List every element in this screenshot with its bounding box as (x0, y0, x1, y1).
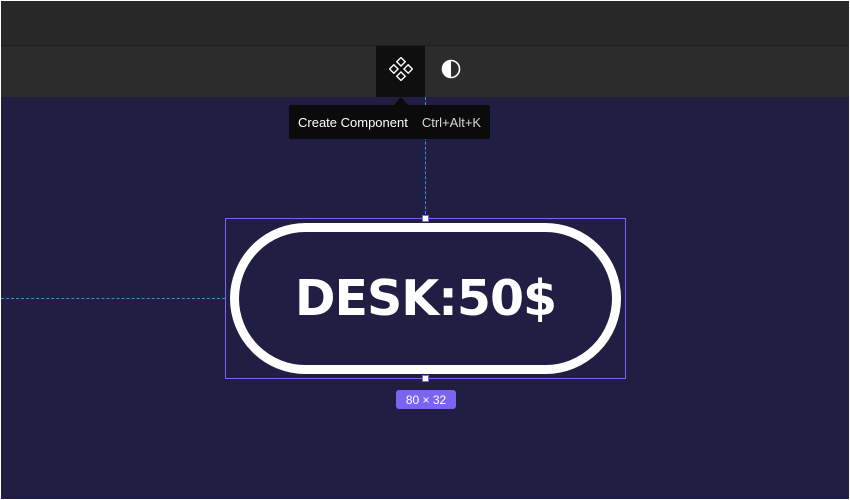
tooltip: Create Component Ctrl+Alt+K (289, 105, 491, 139)
pill-text: DESK:50$ (294, 270, 557, 327)
top-bar (1, 1, 849, 45)
size-badge: 80 × 32 (396, 390, 456, 409)
resize-handle-top[interactable] (422, 215, 429, 222)
toolbar (1, 45, 849, 97)
create-component-button[interactable] (376, 46, 425, 97)
resize-handle-bottom[interactable] (422, 375, 429, 382)
editor-window: Create Component Ctrl+Alt+K DESK:50$ 80 … (1, 1, 849, 499)
component-icon (388, 56, 413, 86)
contrast-button[interactable] (426, 46, 475, 97)
tooltip-arrow (394, 97, 408, 105)
horizontal-guide-line (1, 298, 225, 299)
tooltip-shortcut: Ctrl+Alt+K (421, 114, 482, 130)
tooltip-label: Create Component (298, 114, 408, 130)
canvas-pill-element[interactable]: DESK:50$ (230, 223, 621, 374)
contrast-icon (440, 58, 462, 85)
